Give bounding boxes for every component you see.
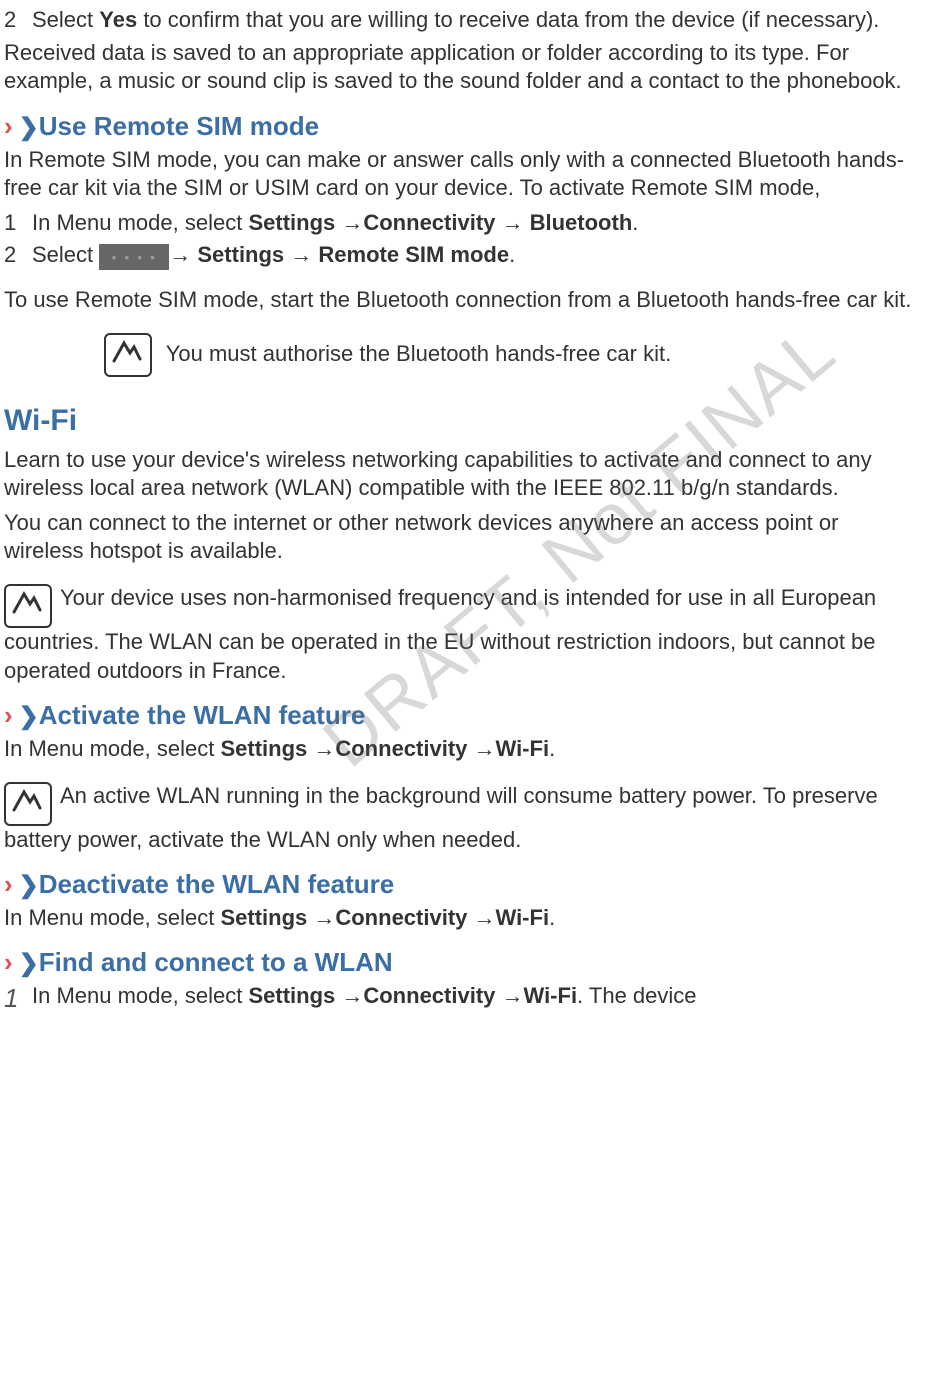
chevron-icon: › <box>4 947 13 977</box>
paragraph-remote-sim-intro: In Remote SIM mode, you can make or answ… <box>4 146 921 203</box>
heading-text: Activate the WLAN feature <box>39 700 366 730</box>
arrow: → <box>474 736 496 761</box>
nav-connectivity: Connectivity <box>363 983 501 1008</box>
nav-wifi: Wi-Fi <box>496 736 550 761</box>
nav-settings: Settings <box>248 983 341 1008</box>
arrow: → <box>502 210 524 235</box>
dot: . <box>549 736 555 761</box>
arrow: → <box>502 983 524 1008</box>
arrow: → <box>313 905 335 930</box>
note-text: Your device uses non-harmonised frequenc… <box>4 585 876 683</box>
nav-settings: Settings <box>220 736 313 761</box>
note-icon <box>4 782 52 826</box>
bullet-icon: ❯ <box>19 950 39 977</box>
note-battery: An active WLAN running in the background… <box>4 782 921 855</box>
dot: . <box>632 210 638 235</box>
step-body: In Menu mode, select Settings →Connectiv… <box>32 982 921 1016</box>
nav-settings: Settings <box>191 242 290 267</box>
paragraph-deactivate: In Menu mode, select Settings →Connectiv… <box>4 904 921 933</box>
heading-text: Deactivate the WLAN feature <box>39 869 394 899</box>
nav-wifi: Wi-Fi <box>496 905 550 930</box>
text: Select <box>32 7 99 32</box>
note-authorise: You must authorise the Bluetooth hands-f… <box>104 333 921 377</box>
dot: . <box>509 242 515 267</box>
bullet-icon: ❯ <box>19 703 39 730</box>
arrow: → <box>341 210 363 235</box>
step-body: Select Yes to confirm that you are willi… <box>32 6 921 35</box>
note-frequency: Your device uses non-harmonised frequenc… <box>4 584 921 685</box>
step-number: 1 <box>4 982 32 1016</box>
chevron-icon: › <box>4 700 13 730</box>
arrow: → <box>169 242 191 267</box>
nav-bluetooth: Bluetooth <box>524 210 633 235</box>
step-number: 2 <box>4 241 32 270</box>
chevron-icon: › <box>4 869 13 899</box>
text: . The device <box>577 983 696 1008</box>
heading-find-wlan: ›❯Find and connect to a WLAN <box>4 946 921 980</box>
heading-wifi: Wi-Fi <box>4 401 921 440</box>
paragraph-received-data: Received data is saved to an appropriate… <box>4 39 921 96</box>
nav-wifi: Wi-Fi <box>524 983 578 1008</box>
bullet-icon: ❯ <box>19 114 39 141</box>
heading-remote-sim: ›❯Use Remote SIM mode <box>4 110 921 144</box>
note-icon <box>4 584 52 628</box>
arrow: → <box>474 905 496 930</box>
paragraph-wifi-connect: You can connect to the internet or other… <box>4 509 921 566</box>
bold-yes: Yes <box>99 7 137 32</box>
text: In Menu mode, select <box>4 905 220 930</box>
note-icon <box>104 333 152 377</box>
heading-activate-wlan: ›❯Activate the WLAN feature <box>4 699 921 733</box>
paragraph-activate: In Menu mode, select Settings →Connectiv… <box>4 735 921 764</box>
text: In Menu mode, select <box>32 983 248 1008</box>
nav-settings: Settings <box>220 905 313 930</box>
note-text: You must authorise the Bluetooth hands-f… <box>166 340 671 365</box>
step-number: 1 <box>4 209 32 238</box>
step-rs-1: 1 In Menu mode, select Settings →Connect… <box>4 209 921 238</box>
note-text: An active WLAN running in the background… <box>4 783 878 852</box>
nav-connectivity: Connectivity <box>363 210 501 235</box>
text: In Menu mode, select <box>32 210 248 235</box>
paragraph-use-remote: To use Remote SIM mode, start the Blueto… <box>4 286 921 315</box>
dot: . <box>549 905 555 930</box>
step-confirm-yes: 2 Select Yes to confirm that you are wil… <box>4 6 921 35</box>
arrow: → <box>313 736 335 761</box>
step-number: 2 <box>4 6 32 35</box>
step-body: Select • • • •→ Settings → Remote SIM mo… <box>32 241 921 270</box>
heading-deactivate-wlan: ›❯Deactivate the WLAN feature <box>4 868 921 902</box>
step-find-1: 1 In Menu mode, select Settings →Connect… <box>4 982 921 1016</box>
nav-connectivity: Connectivity <box>335 736 473 761</box>
nav-connectivity: Connectivity <box>335 905 473 930</box>
heading-text: Find and connect to a WLAN <box>39 947 393 977</box>
bullet-icon: ❯ <box>19 872 39 899</box>
chevron-icon: › <box>4 111 13 141</box>
options-button-icon: • • • • <box>99 244 169 270</box>
step-rs-2: 2 Select • • • •→ Settings → Remote SIM … <box>4 241 921 270</box>
paragraph-wifi-intro: Learn to use your device's wireless netw… <box>4 446 921 503</box>
step-body: In Menu mode, select Settings →Connectiv… <box>32 209 921 238</box>
nav-settings: Settings <box>248 210 341 235</box>
arrow: → <box>290 242 312 267</box>
heading-text: Use Remote SIM mode <box>39 111 319 141</box>
text: In Menu mode, select <box>4 736 220 761</box>
nav-remote-sim: Remote SIM mode <box>312 242 509 267</box>
text: to confirm that you are willing to recei… <box>137 7 879 32</box>
text: Select <box>32 242 99 267</box>
arrow: → <box>341 983 363 1008</box>
